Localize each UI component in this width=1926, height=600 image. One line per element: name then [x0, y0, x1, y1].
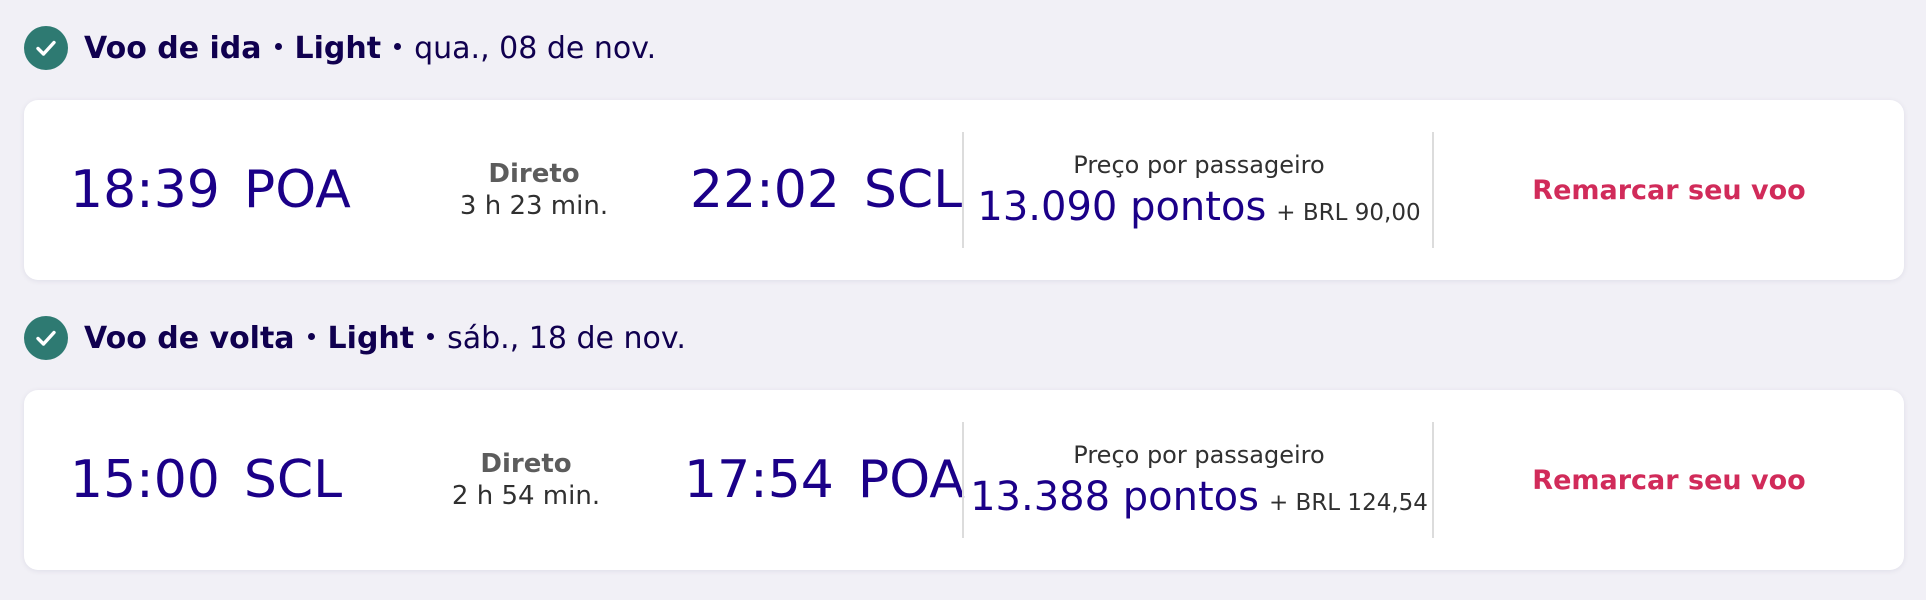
flight-date: qua., 08 de nov. — [414, 30, 657, 66]
departure-time: 18:39 — [70, 160, 220, 220]
departure: 18:39 POA — [70, 100, 351, 280]
fare-brand: Light — [294, 30, 382, 66]
outbound-flight-card: 18:39 POA Direto 3 h 23 min. 22:02 SCL P… — [24, 100, 1904, 280]
arrival: 22:02 SCL — [690, 100, 962, 280]
price-amount: 13.090 pontos + BRL 90,00 — [977, 184, 1420, 230]
departure-airport: SCL — [243, 450, 343, 510]
departure-time: 15:00 — [70, 450, 220, 510]
duration-length: 2 h 54 min. — [451, 481, 601, 511]
return-flight-card: 15:00 SCL Direto 2 h 54 min. 17:54 POA P… — [24, 390, 1904, 570]
flight-date: sáb., 18 de nov. — [447, 320, 686, 356]
price-block: Preço por passageiro 13.090 pontos + BRL… — [964, 100, 1434, 280]
flight-duration: Direto 3 h 23 min. — [444, 100, 624, 280]
price-label: Preço por passageiro — [1073, 151, 1325, 179]
return-flight-header: Voo de volta Light sáb., 18 de nov. — [24, 315, 686, 361]
price-label: Preço por passageiro — [1073, 441, 1325, 469]
arrival-time: 17:54 — [684, 450, 834, 510]
arrival-time: 22:02 — [690, 160, 840, 220]
separator-dot — [394, 42, 402, 50]
outbound-flight-header: Voo de ida Light qua., 08 de nov. — [24, 25, 656, 71]
price-block: Preço por passageiro 13.388 pontos + BRL… — [964, 390, 1434, 570]
price-extra: + BRL 90,00 — [1276, 200, 1421, 226]
stops-label: Direto — [480, 449, 572, 479]
departure-airport: POA — [243, 160, 351, 220]
departure: 15:00 SCL — [70, 390, 342, 570]
separator-dot — [427, 332, 435, 340]
separator-dot — [307, 332, 315, 340]
flight-direction: Voo de ida — [84, 30, 262, 66]
check-circle-icon — [24, 316, 68, 360]
flight-duration: Direto 2 h 54 min. — [436, 390, 616, 570]
fare-brand: Light — [327, 320, 415, 356]
arrival-airport: POA — [857, 450, 965, 510]
flight-direction: Voo de volta — [84, 320, 295, 356]
flight-summary: Voo de ida Light qua., 08 de nov. 18:39 … — [0, 0, 1926, 600]
check-circle-icon — [24, 26, 68, 70]
rebook-flight-button[interactable]: Remarcar seu voo — [1434, 390, 1904, 570]
stops-label: Direto — [488, 159, 580, 189]
rebook-flight-button[interactable]: Remarcar seu voo — [1434, 100, 1904, 280]
separator-dot — [274, 42, 282, 50]
price-amount: 13.388 pontos + BRL 124,54 — [970, 474, 1428, 520]
price-extra: + BRL 124,54 — [1268, 490, 1428, 516]
duration-length: 3 h 23 min. — [459, 191, 609, 221]
price-points: 13.388 pontos — [970, 474, 1259, 520]
price-points: 13.090 pontos — [977, 184, 1267, 230]
arrival-airport: SCL — [863, 160, 963, 220]
arrival: 17:54 POA — [684, 390, 965, 570]
